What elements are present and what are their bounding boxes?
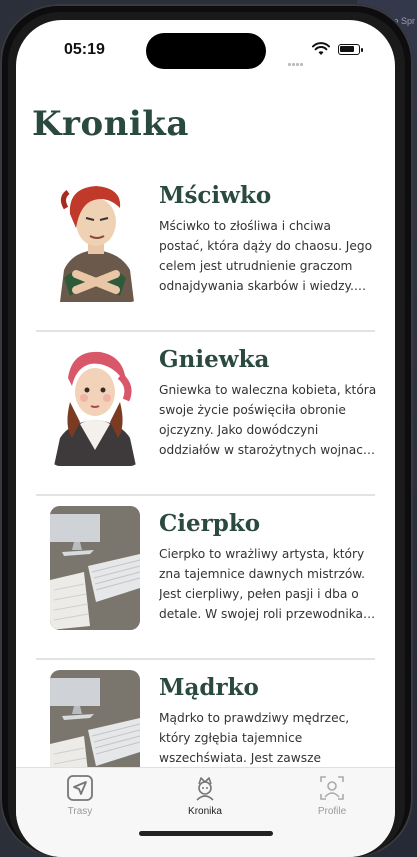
tab-bar: Trasy Kronika Profile [16,767,395,857]
woman-red-headscarf-avatar [50,342,140,466]
character-list[interactable]: Mściwko Mściwko to złośliwa i chciwa pos… [16,168,395,824]
battery-icon [338,44,363,55]
status-bar: 05:19 [16,20,395,80]
character-name: Mściwko [159,182,272,209]
tab-label: Trasy [67,806,93,817]
tab-label: Profile [317,806,347,817]
character-description-text: Mściwko to złośliwa i chciwa postać, któ… [159,219,373,293]
tab-label: Kronika [188,806,222,817]
character-name: Mądrko [159,674,259,701]
tab-trasy[interactable]: Trasy [40,774,120,817]
character-description-text: Cierpko to wrażliwy artysta, który zna t… [159,547,366,621]
cellular-signal-icon [288,51,304,70]
dynamic-island [146,33,266,69]
tab-kronika[interactable]: Kronika [165,774,245,817]
page-title: Kronika [32,104,189,144]
list-item[interactable]: Cierpko Cierpko to wrażliwy artysta, któ… [16,496,395,660]
character-description-text: Gniewka to waleczna kobieta, która swoje… [159,383,377,457]
wifi-icon [312,42,330,55]
desk-keyboard-photo [50,506,140,630]
red-haired-man-avatar [50,178,140,302]
app-screen: 05:19 Kronika Mściwko Mściwko to złośliw… [16,20,395,857]
list-item[interactable]: Mściwko Mściwko to złośliwa i chciwa pos… [16,168,395,332]
character-name: Gniewka [159,346,270,373]
character-description: Gniewka to waleczna kobieta, która swoje… [159,380,377,460]
navigation-arrow-icon [67,775,93,801]
status-time: 05:19 [64,41,105,58]
home-indicator[interactable] [139,831,273,836]
character-description: Cierpko to wrażliwy artysta, który zna t… [159,544,377,624]
character-name: Cierpko [159,510,261,537]
battery-level [340,46,354,52]
tab-profile[interactable]: Profile [292,774,372,817]
character-icon [196,777,214,801]
profile-icon [320,776,344,800]
character-description: Mściwko to złośliwa i chciwa postać, któ… [159,216,377,296]
list-item[interactable]: Gniewka Gniewka to waleczna kobieta, któ… [16,332,395,496]
